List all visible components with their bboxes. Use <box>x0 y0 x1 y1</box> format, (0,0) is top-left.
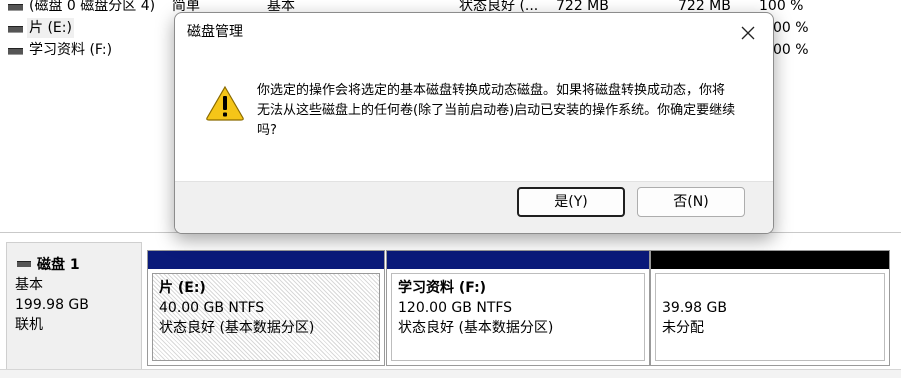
partition-f[interactable]: 学习资料 (F:) 120.00 GB NTFS 状态良好 (基本数据分区) <box>386 250 650 366</box>
volume-icon <box>8 4 23 11</box>
volume-name: (磁盘 0 磁盘分区 4) <box>29 0 156 14</box>
volume-name: 片 (E:) <box>27 18 74 38</box>
disk-name: 磁盘 1 <box>37 257 80 273</box>
partition-body: 片 (E:) 40.00 GB NTFS 状态良好 (基本数据分区) <box>152 273 380 361</box>
partition-body: 学习资料 (F:) 120.00 GB NTFS 状态良好 (基本数据分区) <box>391 273 645 361</box>
yes-button[interactable]: 是(Y) <box>517 187 625 217</box>
partition-bar <box>387 251 649 269</box>
disk-state: 联机 <box>15 317 43 333</box>
no-button[interactable]: 否(N) <box>637 187 745 217</box>
partition-bar <box>651 251 889 269</box>
partition-status: 未分配 <box>662 320 704 336</box>
yes-button-label: 是(Y) <box>554 194 588 210</box>
volume-icon <box>8 48 23 55</box>
warning-icon <box>205 85 245 121</box>
volume-name: 学习资料 (F:) <box>29 42 113 58</box>
disk-type: 基本 <box>15 277 43 293</box>
no-button-label: 否(N) <box>673 194 709 210</box>
volume-pct: 00 % <box>773 20 809 36</box>
partition-unallocated[interactable]: 39.98 GB 未分配 <box>650 250 890 366</box>
partition-body: 39.98 GB 未分配 <box>655 273 885 361</box>
disk-icon <box>17 261 31 267</box>
dialog-title: 磁盘管理 <box>187 24 243 40</box>
disk-label[interactable]: 磁盘 1 基本 199.98 GB 联机 <box>6 242 142 372</box>
partition-size: 40.00 GB NTFS <box>159 300 265 316</box>
partition-size: 120.00 GB NTFS <box>398 300 513 316</box>
partition-status: 状态良好 (基本数据分区) <box>398 320 554 336</box>
partition-size: 39.98 GB <box>662 300 727 316</box>
partition-e[interactable]: 片 (E:) 40.00 GB NTFS 状态良好 (基本数据分区) <box>147 250 385 366</box>
close-icon[interactable] <box>731 19 765 47</box>
partition-bar <box>148 251 384 269</box>
volume-pct: 00 % <box>773 42 809 58</box>
volume-icon <box>8 26 23 33</box>
disk-size: 199.98 GB <box>15 297 89 313</box>
partition-title: 学习资料 (F:) <box>398 280 487 296</box>
convert-disk-dialog: 磁盘管理 你选定的操作会将选定的基本磁盘转换成动态磁盘。如果将磁盘转换成动态，你… <box>174 12 774 234</box>
dialog-message: 你选定的操作会将选定的基本磁盘转换成动态磁盘。如果将磁盘转换成动态，你将无法从这… <box>257 83 736 138</box>
partition-status: 状态良好 (基本数据分区) <box>159 320 315 336</box>
partition-title: 片 (E:) <box>159 280 206 296</box>
